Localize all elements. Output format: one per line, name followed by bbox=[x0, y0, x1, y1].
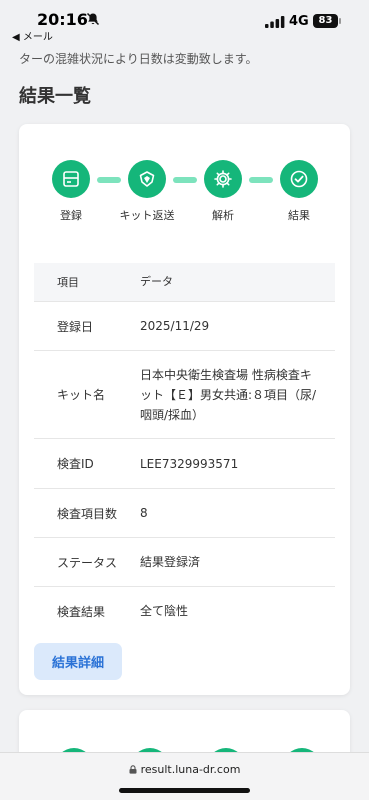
back-to-mail-link[interactable]: ◀ メール bbox=[12, 28, 53, 43]
notice-text: ターの混雑状況により日数は変動致します。 bbox=[19, 52, 258, 66]
row-label: ステータス bbox=[57, 555, 118, 570]
row-label: 検査ID bbox=[57, 457, 94, 471]
table-row: ステータス 結果登録済 bbox=[34, 537, 335, 586]
step-label: キット返送 bbox=[119, 209, 175, 222]
lock-icon bbox=[129, 765, 137, 774]
url-text: result.luna-dr.com bbox=[140, 763, 241, 776]
page-title: 結果一覧 bbox=[19, 86, 91, 107]
table-row: 検査結果 全て陰性 bbox=[34, 586, 335, 635]
step-label: 解析 bbox=[212, 209, 234, 222]
table-row: キット名 日本中央衛生検査場 性病検査キット【Ｅ】男女共通:８項目（尿/咽頭/採… bbox=[34, 350, 335, 438]
bell-muted-icon bbox=[86, 12, 100, 26]
step-label: 登録 bbox=[60, 209, 82, 222]
battery-icon: 83 bbox=[313, 14, 338, 28]
row-value: 2025/11/29 bbox=[140, 319, 210, 333]
result-detail-button[interactable]: 結果詳細 bbox=[34, 643, 122, 680]
header-data: データ bbox=[140, 275, 173, 288]
status-time: 20:16 bbox=[37, 10, 88, 29]
result-table: 項目 データ 登録日 2025/11/29 キット名 日本中央衛生検査場 性病検… bbox=[34, 263, 335, 635]
home-indicator bbox=[119, 788, 250, 793]
row-value: 日本中央衛生検査場 性病検査キット【Ｅ】男女共通:８項目（尿/咽頭/採血） bbox=[140, 367, 317, 422]
shield-icon bbox=[128, 160, 166, 198]
row-label: 検査結果 bbox=[57, 604, 106, 619]
row-label: 検査項目数 bbox=[57, 506, 118, 521]
row-label: キット名 bbox=[57, 388, 106, 402]
result-card: 登録 キット返送 解析 結果 項目 データ 登録日 2025/11/29 キット… bbox=[19, 124, 350, 695]
row-value: LEE7329993571 bbox=[140, 456, 239, 471]
check-circle-icon bbox=[280, 160, 318, 198]
table-row: 登録日 2025/11/29 bbox=[34, 301, 335, 350]
table-row: 検査ID LEE7329993571 bbox=[34, 438, 335, 488]
register-icon bbox=[52, 160, 90, 198]
step-label: 結果 bbox=[288, 209, 310, 222]
table-header: 項目 データ bbox=[34, 263, 335, 301]
step-result: 結果 bbox=[259, 160, 339, 223]
browser-url-bar[interactable]: result.luna-dr.com bbox=[0, 752, 369, 800]
battery-tip bbox=[339, 18, 341, 24]
network-type: 4G bbox=[289, 14, 309, 29]
signal-icon bbox=[265, 16, 285, 28]
step-kit-return: キット返送 bbox=[107, 160, 187, 223]
row-value: 8 bbox=[140, 506, 148, 520]
row-value: 結果登録済 bbox=[140, 555, 201, 569]
row-label: 登録日 bbox=[57, 319, 94, 334]
row-value: 全て陰性 bbox=[140, 604, 189, 618]
gear-icon bbox=[204, 160, 242, 198]
table-row: 検査項目数 8 bbox=[34, 488, 335, 537]
step-register: 登録 bbox=[31, 160, 111, 223]
status-bar: 20:16 ◀ メール 4G 83 bbox=[0, 0, 369, 44]
url-display[interactable]: result.luna-dr.com bbox=[0, 763, 369, 776]
step-analysis: 解析 bbox=[183, 160, 263, 223]
header-item: 項目 bbox=[57, 276, 79, 289]
